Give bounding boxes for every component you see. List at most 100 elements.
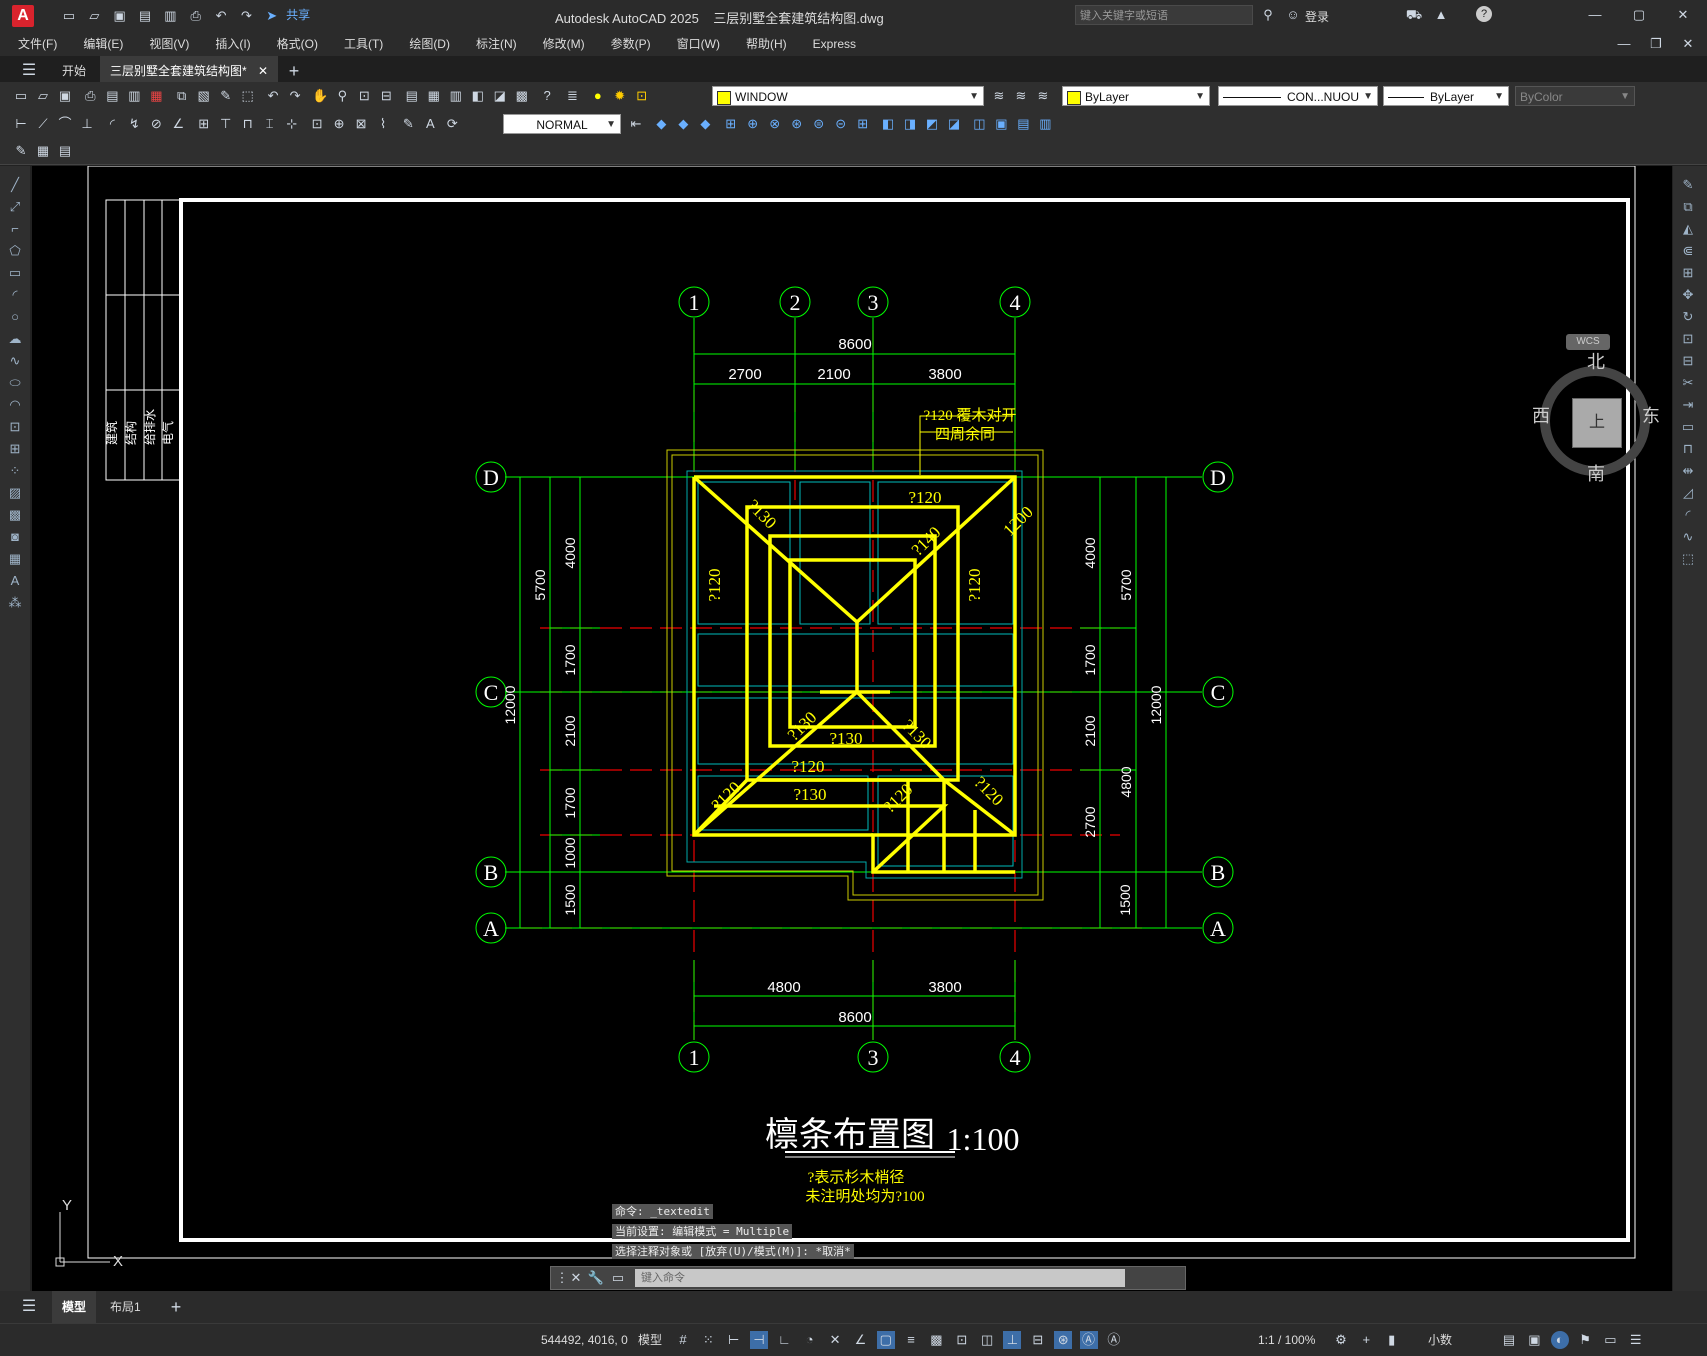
blend-icon[interactable]: ∿ — [1679, 528, 1697, 546]
undo-icon[interactable]: ↶ — [212, 7, 230, 25]
save-file-icon[interactable]: ▣ — [56, 87, 74, 105]
break-icon[interactable]: ⊓ — [1679, 440, 1697, 458]
new-tab-icon[interactable]: + — [285, 62, 303, 80]
gizmo-icon[interactable]: ⊛ — [1054, 1331, 1073, 1349]
insert-block-icon[interactable]: ⊡ — [6, 418, 24, 436]
center-mark-icon[interactable]: ⊕ — [330, 115, 348, 133]
dim-diameter-icon[interactable]: ⊘ — [147, 115, 165, 133]
ucs-y-icon[interactable]: ◪ — [945, 115, 963, 133]
dim-baseline-icon[interactable]: ⊤ — [217, 115, 235, 133]
viewcube-west[interactable]: 西 — [1532, 402, 1550, 428]
cut-icon[interactable]: ▦ — [147, 87, 165, 105]
dim-aligned-icon[interactable]: ⟋ — [34, 115, 52, 133]
rotate-icon[interactable]: ↻ — [1679, 308, 1697, 326]
hatch-icon[interactable]: ▨ — [6, 484, 24, 502]
menu-item-12[interactable]: Express — [813, 32, 856, 56]
publish-icon[interactable]: ▥ — [161, 7, 179, 25]
menu-item-6[interactable]: 绘图(D) — [409, 32, 450, 56]
polygon-icon[interactable]: ⬠ — [6, 242, 24, 260]
dim-continue-icon[interactable]: ⊓ — [239, 115, 257, 133]
polyline-icon[interactable]: ⌐ — [6, 220, 24, 238]
trim-icon[interactable]: ✂ — [1679, 374, 1697, 392]
annotation-visibility-icon[interactable]: Ⓐ — [1079, 1331, 1098, 1349]
dim-edit-icon[interactable]: ✎ — [399, 115, 417, 133]
make-block-icon[interactable]: ⊞ — [6, 440, 24, 458]
open-icon[interactable]: ▱ — [85, 7, 103, 25]
ucs-apply-icon[interactable]: ◫ — [970, 115, 988, 133]
view-left-icon[interactable]: ◆ — [674, 115, 692, 133]
transparency-icon[interactable]: ▩ — [927, 1331, 945, 1349]
annotation-scale[interactable]: 1:1 / 100% — [1258, 1324, 1315, 1356]
isodraft-icon[interactable]: ✕ — [826, 1331, 844, 1349]
doc-restore-icon[interactable]: ❐ — [1647, 35, 1665, 53]
jogged-linear-icon[interactable]: ⌇ — [374, 115, 392, 133]
ucs-prev-icon[interactable]: ⊗ — [766, 115, 784, 133]
join-icon[interactable]: ⇹ — [1679, 462, 1697, 480]
erase-icon[interactable]: ✎ — [1679, 176, 1697, 194]
dynamic-input-icon[interactable]: ⊣ — [750, 1331, 769, 1349]
save-as-icon[interactable]: ▤ — [136, 7, 154, 25]
dim-radius-icon[interactable]: ◜ — [103, 115, 121, 133]
units-value[interactable]: 小数 — [1428, 1324, 1452, 1356]
hardware-accel-icon[interactable]: ⚑ — [1576, 1331, 1594, 1349]
menu-item-10[interactable]: 窗口(W) — [677, 32, 720, 56]
help-icon[interactable]: ? — [1476, 6, 1492, 22]
markup-icon[interactable]: ◪ — [491, 87, 509, 105]
menu-item-11[interactable]: 帮助(H) — [746, 32, 787, 56]
infer-icon[interactable]: ⊢ — [725, 1331, 743, 1349]
open-file-icon[interactable]: ▱ — [34, 87, 52, 105]
pan-icon[interactable]: ✋ — [311, 87, 329, 105]
revcloud-icon[interactable]: ☁ — [6, 330, 24, 348]
search-icon[interactable]: ⚲ — [1259, 6, 1277, 24]
ucs-view-icon[interactable]: ⊝ — [832, 115, 850, 133]
ellipse-icon[interactable]: ⬭ — [6, 374, 24, 392]
doc-close-icon[interactable]: ✕ — [1679, 35, 1697, 53]
new-icon[interactable]: ▭ — [60, 7, 78, 25]
tab-close-icon[interactable]: ✕ — [258, 64, 268, 78]
dim-angular-icon[interactable]: ∠ — [169, 115, 187, 133]
layer-manager-icon[interactable]: ≣ — [563, 87, 581, 105]
viewcube-south[interactable]: 南 — [1587, 460, 1605, 486]
scale-icon[interactable]: ⊡ — [1679, 330, 1697, 348]
layer-lock-icon[interactable]: ⊡ — [633, 87, 651, 105]
share-button[interactable]: 共享 — [286, 8, 310, 22]
workspace-icon[interactable]: ⚙ — [1332, 1331, 1350, 1349]
share-icon[interactable]: ➤ — [263, 7, 281, 25]
quick-dim-icon[interactable]: ⊞ — [195, 115, 213, 133]
tolerance-icon[interactable]: ⊡ — [308, 115, 326, 133]
view-manager-icon[interactable]: ▥ — [1036, 115, 1054, 133]
explode-icon[interactable]: ⬚ — [1679, 550, 1697, 568]
help-tool-icon[interactable]: ? — [538, 87, 556, 105]
array-icon[interactable]: ⊞ — [1679, 264, 1697, 282]
dynamic-ucs-icon[interactable]: ⊥ — [1003, 1331, 1022, 1349]
view-bar-icon[interactable]: ▤ — [1014, 115, 1032, 133]
close-icon[interactable]: ✕ — [1674, 6, 1692, 24]
preview-icon[interactable]: ▤ — [103, 87, 121, 105]
design-center-icon[interactable]: ▦ — [425, 87, 443, 105]
redo-icon[interactable]: ↷ — [237, 7, 255, 25]
color-dropdown[interactable]: ByLayer ▼ — [1062, 86, 1210, 106]
osnap-tracking-icon[interactable]: ∠ — [851, 1331, 869, 1349]
circle-icon[interactable]: ○ — [6, 308, 24, 326]
publish-file-icon[interactable]: ▥ — [125, 87, 143, 105]
ucs-face-icon[interactable]: ⊛ — [788, 115, 806, 133]
ucs-icon[interactable]: ⊞ — [722, 115, 740, 133]
menu-item-4[interactable]: 格式(O) — [277, 32, 318, 56]
tab-model[interactable]: 模型 — [52, 1291, 97, 1323]
isolate-objects-icon[interactable]: ◐ — [1550, 1331, 1569, 1349]
command-customize-icon[interactable]: 🔧 — [587, 1269, 605, 1287]
attribute-edit-icon[interactable]: ✎ — [12, 142, 30, 160]
layer-state-icon[interactable]: ≋ — [1034, 87, 1052, 105]
quick-properties-icon[interactable]: ▤ — [1500, 1331, 1518, 1349]
tool-palette-icon[interactable]: ▥ — [447, 87, 465, 105]
ucs-z-icon[interactable]: ◧ — [879, 115, 897, 133]
menu-item-7[interactable]: 标注(N) — [476, 32, 517, 56]
viewcube-top-face[interactable]: 上 — [1572, 398, 1622, 448]
undo-tool-icon[interactable]: ↶ — [264, 87, 282, 105]
named-ucs-icon[interactable]: ▣ — [992, 115, 1010, 133]
units-icon[interactable]: ▮ — [1383, 1331, 1401, 1349]
new-layout-icon[interactable]: + — [167, 1298, 185, 1316]
ucs-origin-icon[interactable]: ⊞ — [854, 115, 872, 133]
menu-item-2[interactable]: 视图(V) — [149, 32, 189, 56]
zoom-prev-icon[interactable]: ⊟ — [377, 87, 395, 105]
